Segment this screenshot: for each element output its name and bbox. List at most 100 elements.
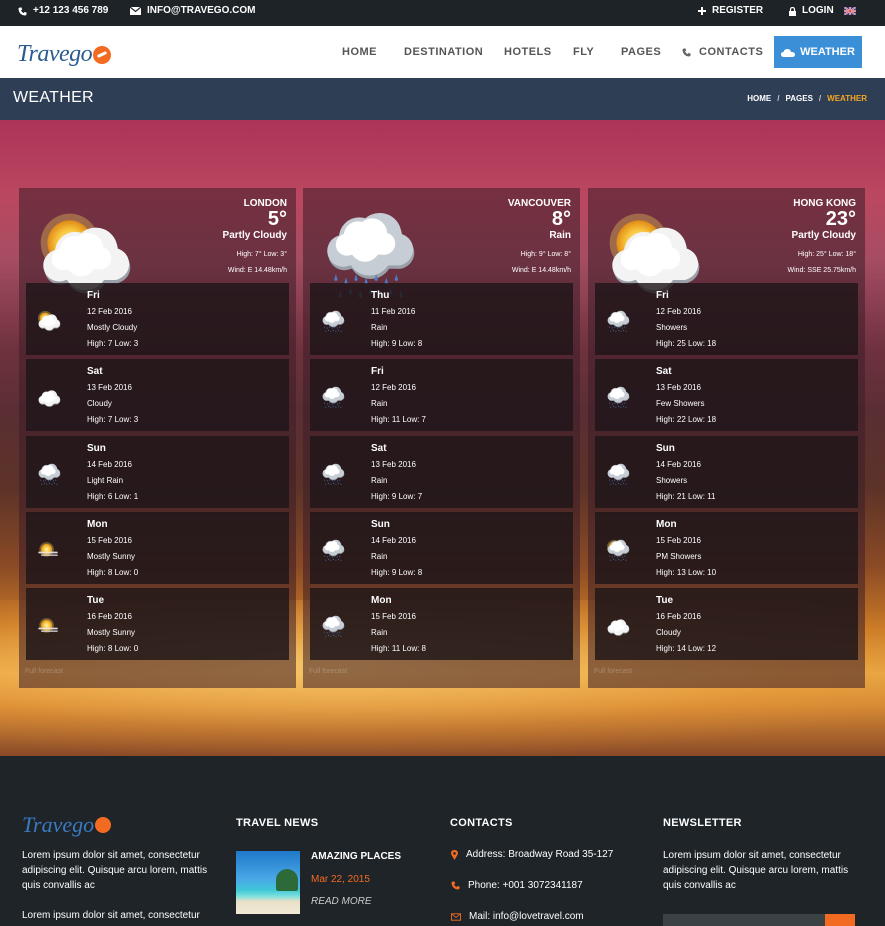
newsletter-text: Lorem ipsum dolor sit amet, consectetur …: [663, 850, 849, 891]
forecast-icon: [318, 460, 346, 493]
forecast-day: Sat 13 Feb 2016 Cloudy High: 7 Low: 3: [26, 359, 289, 431]
weather-hero: LONDON 5° Partly Cloudy High: 7° Low: 3° Win…: [0, 120, 885, 756]
forecast-day-name: Sun: [371, 519, 390, 530]
forecast-icon: [603, 460, 631, 493]
forecast-icon: [318, 612, 346, 645]
travel-news-heading: TRAVEL NEWS: [236, 817, 319, 829]
sun-rain-icon: [606, 539, 630, 561]
forecast-day: Tue 16 Feb 2016 Cloudy High: 14 Low: 12: [595, 588, 858, 660]
topbar-phone[interactable]: +12 123 456 789: [18, 0, 108, 26]
forecast-day: Fri 12 Feb 2016 Showers High: 25 Low: 18: [595, 283, 858, 355]
forecast-day-name: Mon: [656, 519, 677, 530]
forecast-condition: Few Showers: [656, 399, 705, 408]
brand-logo[interactable]: Travego: [17, 41, 112, 68]
forecast-day-name: Sat: [87, 366, 103, 377]
forecast-high-low: High: 8 Low: 0: [87, 568, 139, 577]
breadcrumb-pages[interactable]: PAGES: [785, 94, 812, 103]
news-read-more[interactable]: READ MORE: [311, 894, 372, 909]
forecast-date: 12 Feb 2016: [656, 307, 701, 316]
register-link[interactable]: REGISTER: [698, 0, 763, 26]
forecast-date: 15 Feb 2016: [87, 536, 132, 545]
rain-icon: [607, 463, 630, 485]
forecast-high-low: High: 9 Low: 8: [371, 568, 423, 577]
breadcrumb-separator: /: [777, 94, 780, 103]
rain-icon: [322, 310, 345, 332]
newsletter-email-input[interactable]: [663, 914, 825, 926]
forecast-icon: [34, 612, 62, 645]
nav-home[interactable]: HOME: [342, 26, 377, 78]
forecast-day-name: Sun: [656, 443, 675, 454]
forecast-high-low: High: 11 Low: 7: [371, 415, 426, 424]
full-forecast-link[interactable]: Full forecast: [25, 668, 63, 675]
topbar-email[interactable]: INFO@TRAVEGO.COM: [130, 0, 255, 26]
forecast-day-name: Tue: [656, 595, 674, 606]
forecast-icon: [34, 536, 62, 569]
forecast-day-name: Thu: [371, 290, 390, 301]
forecast-day: Mon 15 Feb 2016 PM Showers High: 13 Low: 10: [595, 512, 858, 584]
forecast-date: 12 Feb 2016: [87, 307, 132, 316]
forecast-icon: [34, 383, 62, 416]
current-condition: Rain: [549, 230, 571, 241]
forecast-day-name: Sun: [87, 443, 106, 454]
weather-card-vancouver: VANCOUVER 8° Rain High: 9° Low: 8° Wind: E 1…: [303, 188, 580, 688]
plus-icon: [698, 7, 706, 15]
contact-mail[interactable]: Mail: info@lovetravel.com: [451, 911, 584, 922]
forecast-condition: Rain: [371, 399, 388, 408]
current-condition: Partly Cloudy: [222, 230, 287, 241]
full-forecast-link[interactable]: Full forecast: [309, 668, 347, 675]
forecast-condition: Mostly Sunny: [87, 552, 136, 561]
contact-phone: Phone: +001 3072341187: [451, 880, 583, 891]
address-text: Address: Broadway Road 35-127: [466, 849, 614, 860]
news-title[interactable]: AMAZING PLACES: [311, 849, 401, 864]
news-thumbnail[interactable]: [236, 851, 300, 914]
nav-fly[interactable]: FLY: [573, 26, 594, 78]
current-temperature: 8°: [551, 208, 571, 230]
forecast-day-name: Tue: [87, 595, 105, 606]
nav-contacts[interactable]: CONTACTS: [682, 26, 763, 78]
breadcrumb-home[interactable]: HOME: [747, 94, 771, 103]
phone-number: +12 123 456 789: [33, 5, 109, 16]
full-forecast-link[interactable]: Full forecast: [594, 668, 632, 675]
current-wind: Wind: E 14.48km/h: [511, 267, 571, 274]
main-navbar: Travego HOME DESTINATION HOTELS FLY PAGE…: [0, 26, 885, 78]
language-flag[interactable]: [844, 0, 856, 26]
forecast-day: Tue 16 Feb 2016 Mostly Sunny High: 8 Low: 0: [26, 588, 289, 660]
sun-cloud-icon: [37, 310, 61, 331]
forecast-high-low: High: 11 Low: 8: [371, 644, 426, 653]
forecast-date: 12 Feb 2016: [371, 383, 416, 392]
palm-tree-icon: [276, 869, 298, 891]
breadcrumb-current: WEATHER: [827, 94, 867, 103]
login-link[interactable]: LOGIN: [789, 0, 834, 26]
current-temperature: 23°: [825, 208, 856, 230]
rain-icon: [607, 310, 630, 332]
forecast-day: Thu 11 Feb 2016 Rain High: 9 Low: 8: [310, 283, 573, 355]
forecast-condition: Rain: [371, 552, 388, 561]
forecast-day: Mon 15 Feb 2016 Mostly Sunny High: 8 Low: 0: [26, 512, 289, 584]
forecast-icon: [318, 536, 346, 569]
nav-hotels[interactable]: HOTELS: [504, 26, 552, 78]
sun-haze-icon: [38, 542, 58, 557]
nav-destination[interactable]: DESTINATION: [404, 26, 483, 78]
nav-weather-button[interactable]: WEATHER: [774, 36, 862, 68]
register-label: REGISTER: [712, 5, 764, 16]
nav-pages[interactable]: PAGES: [621, 26, 661, 78]
cloud-icon: [38, 390, 61, 407]
rain-icon: [322, 615, 345, 637]
envelope-icon: [130, 7, 141, 15]
forecast-day: Sat 13 Feb 2016 Few Showers High: 22 Low: 1…: [595, 359, 858, 431]
cloud-icon: [607, 619, 630, 636]
forecast-condition: Showers: [656, 323, 688, 332]
top-bar: +12 123 456 789 INFO@TRAVEGO.COM REGISTE…: [0, 0, 885, 26]
forecast-icon: [318, 383, 346, 416]
rain-icon: [607, 386, 630, 408]
current-high-low: High: 25° Low: 18°: [797, 251, 856, 258]
login-label: LOGIN: [802, 5, 834, 16]
forecast-date: 14 Feb 2016: [371, 536, 416, 545]
forecast-day: Sun 14 Feb 2016 Rain High: 9 Low: 8: [310, 512, 573, 584]
forecast-high-low: High: 8 Low: 0: [87, 644, 139, 653]
forecast-high-low: High: 13 Low: 10: [656, 568, 717, 577]
forecast-icon: [318, 307, 346, 340]
newsletter-submit-button[interactable]: [825, 914, 855, 926]
footer-logo[interactable]: Travego: [22, 812, 112, 838]
forecast-date: 15 Feb 2016: [371, 612, 416, 621]
